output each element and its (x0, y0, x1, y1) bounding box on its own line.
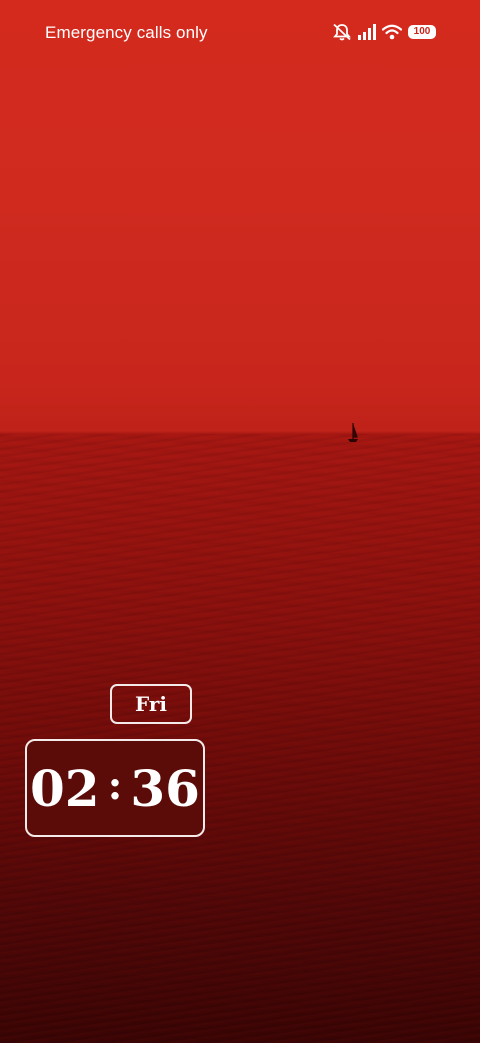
clock-minutes: 36 (130, 758, 200, 818)
clock-separator: : (107, 761, 123, 809)
bell-muted-icon (333, 23, 351, 41)
clock-hours: 02 (30, 758, 100, 818)
wifi-icon (382, 24, 402, 40)
clock-time: 02 : 36 (25, 739, 205, 837)
signal-icon (358, 24, 376, 40)
day-label: Fri (110, 684, 192, 724)
lock-screen: Emergency calls only 100 Fri 02 : 36 (0, 0, 480, 1043)
status-icons: 100 (332, 23, 436, 41)
sailboat-icon (348, 423, 358, 442)
status-bar: Emergency calls only 100 (0, 0, 480, 64)
carrier-label: Emergency calls only (45, 23, 208, 42)
battery-icon: 100 (408, 25, 436, 39)
